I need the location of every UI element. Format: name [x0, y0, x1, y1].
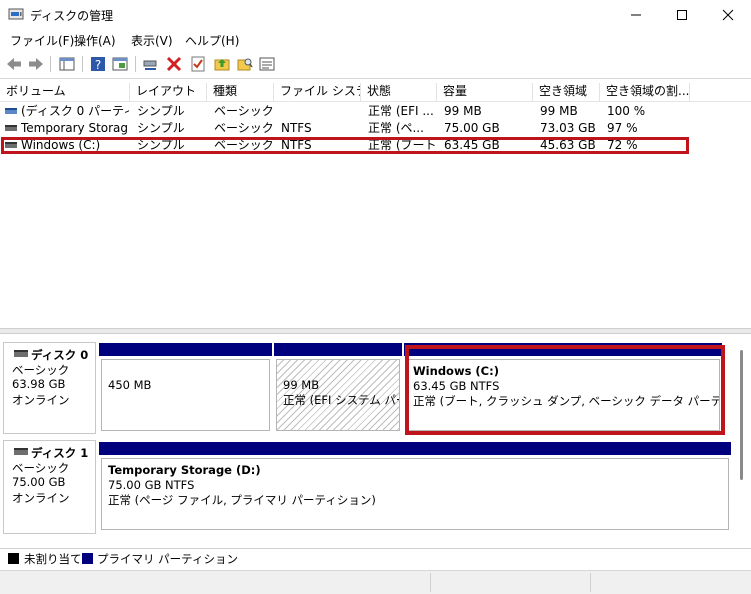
partition-size: 99 MB: [283, 378, 320, 392]
search-folder-icon[interactable]: [236, 55, 254, 73]
cell-layout: シンプル: [137, 104, 185, 118]
cell-free-percent: 100 %: [607, 104, 646, 118]
partition-temporary-storage-d[interactable]: Temporary Storage (D:) 75.00 GB NTFS 正常 …: [99, 442, 731, 532]
cell-type: ベーシック: [214, 121, 274, 135]
up-folder-icon[interactable]: [213, 55, 231, 73]
partition-body: 450 MB: [101, 359, 270, 431]
cell-capacity: 75.00 GB: [444, 121, 500, 135]
menu-help[interactable]: ヘルプ(H): [185, 32, 239, 49]
menu-view[interactable]: 表示(V): [131, 32, 173, 49]
disk-state: オンライン: [12, 393, 70, 407]
menu-action[interactable]: 操作(A): [74, 32, 116, 49]
column-header-type[interactable]: 種類: [207, 83, 274, 101]
cell-type: ベーシック: [214, 104, 274, 118]
legend-bar: 未割り当て プライマリ パーティション: [0, 548, 751, 569]
partition-disk0-efi[interactable]: 99 MB 正常 (EFI システム パーティ: [274, 343, 402, 433]
disk-size: 75.00 GB: [12, 475, 66, 489]
forward-arrow-icon[interactable]: [27, 55, 45, 73]
window-title: ディスクの管理: [30, 9, 114, 23]
maximize-button[interactable]: [659, 0, 705, 30]
partition-status: 正常 (EFI システム パーティ: [283, 393, 399, 407]
drive-icon: [5, 125, 17, 131]
disk-1-label[interactable]: ディスク 1 ベーシック 75.00 GB オンライン: [3, 440, 96, 534]
toolbar-separator: [135, 56, 136, 72]
partition-size: 75.00 GB NTFS: [108, 478, 195, 492]
partition-status: 正常 (ページ ファイル, プライマリ パーティション): [108, 493, 376, 507]
minimize-icon: [631, 14, 641, 16]
cell-filesystem: NTFS: [281, 121, 312, 135]
column-header-volume[interactable]: ボリューム: [0, 83, 130, 101]
cell-free-percent: 97 %: [607, 121, 638, 135]
partition-disk0-1[interactable]: 450 MB: [99, 343, 272, 433]
cell-status: 正常 (ペ...: [368, 121, 424, 135]
disk-type: ベーシック: [12, 461, 70, 475]
menu-bar: ファイル(F) 操作(A) 表示(V) ヘルプ(H): [0, 30, 751, 50]
column-header-free-percent[interactable]: 空き領域の割...: [600, 83, 690, 101]
cell-free-space: 73.03 GB: [540, 121, 596, 135]
cell-volume: (ディスク 0 パーティシ...: [21, 104, 129, 118]
disk-name: ディスク 0: [31, 348, 89, 362]
legend-swatch-unallocated: [8, 553, 19, 564]
close-icon: [722, 9, 734, 21]
partition-bar: [99, 442, 731, 455]
svg-text:?: ?: [95, 58, 101, 72]
legend-label-primary: プライマリ パーティション: [97, 552, 238, 566]
cell-volume: Temporary Storag...: [21, 121, 129, 135]
menu-file[interactable]: ファイル(F): [10, 32, 74, 49]
toolbar: ?: [0, 50, 751, 79]
title-bar: ディスクの管理: [0, 0, 751, 30]
partition-size: 450 MB: [108, 378, 152, 392]
cell-capacity: 99 MB: [444, 104, 482, 118]
column-header-status[interactable]: 状態: [361, 83, 437, 101]
disk-state: オンライン: [12, 491, 70, 505]
status-separator: [590, 573, 591, 592]
column-header-capacity[interactable]: 容量: [437, 83, 533, 101]
console-tree-icon[interactable]: [58, 55, 76, 73]
delete-icon[interactable]: [165, 55, 183, 73]
partition-body: Temporary Storage (D:) 75.00 GB NTFS 正常 …: [101, 458, 729, 530]
selected-row-highlight: [1, 137, 689, 154]
status-bar: [0, 570, 751, 594]
status-separator: [430, 573, 431, 592]
scrollbar-thumb[interactable]: [740, 350, 743, 480]
properties-icon[interactable]: [111, 55, 129, 73]
check-icon[interactable]: [189, 55, 207, 73]
back-arrow-icon[interactable]: [5, 55, 23, 73]
column-header-layout[interactable]: レイアウト: [130, 83, 207, 101]
cell-free-space: 99 MB: [540, 104, 578, 118]
selected-partition-highlight: [405, 345, 725, 435]
column-header-free-space[interactable]: 空き領域: [533, 83, 600, 101]
disk-icon: [14, 350, 28, 357]
partition-body: 99 MB 正常 (EFI システム パーティ: [276, 359, 400, 431]
cell-status: 正常 (EFI ...: [368, 104, 434, 118]
disk-type: ベーシック: [12, 363, 70, 377]
drive-icon: [5, 108, 17, 114]
partition-title: Temporary Storage (D:): [108, 463, 261, 477]
column-header-filesystem[interactable]: ファイル システム: [274, 83, 361, 101]
connect-icon[interactable]: [142, 55, 160, 73]
disk-icon: [14, 448, 28, 455]
close-button[interactable]: [705, 0, 751, 30]
disk-management-app-icon: [8, 8, 24, 20]
list-icon[interactable]: [258, 55, 276, 73]
toolbar-separator: [50, 56, 51, 72]
minimize-button[interactable]: [613, 0, 659, 30]
partition-bar: [274, 343, 402, 356]
toolbar-separator: [82, 56, 83, 72]
disk-size: 63.98 GB: [12, 377, 66, 391]
legend-label-unallocated: 未割り当て: [24, 552, 82, 566]
legend-swatch-primary: [82, 553, 93, 564]
maximize-icon: [677, 10, 687, 20]
partition-bar: [99, 343, 272, 356]
header-divider: [0, 101, 751, 102]
help-icon[interactable]: ?: [89, 55, 107, 73]
disk-0-label[interactable]: ディスク 0 ベーシック 63.98 GB オンライン: [3, 342, 96, 434]
cell-layout: シンプル: [137, 121, 185, 135]
disk-name: ディスク 1: [31, 446, 89, 460]
